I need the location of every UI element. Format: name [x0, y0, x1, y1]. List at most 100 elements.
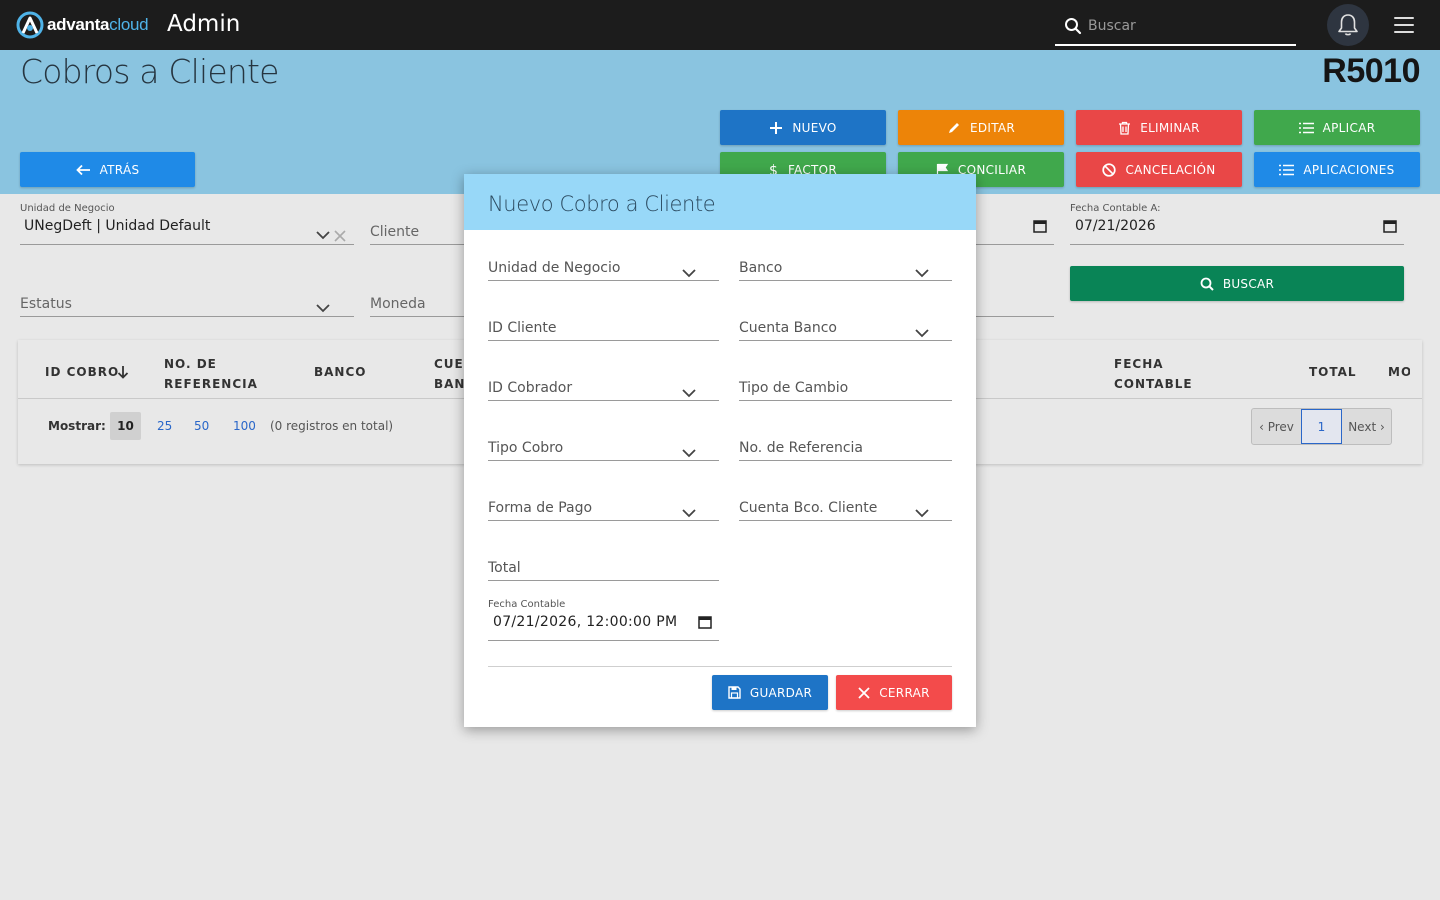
logo-mark-icon — [16, 11, 44, 39]
cerrar-button-label: CERRAR — [879, 685, 930, 700]
bell-icon — [1338, 14, 1358, 36]
list-icon — [1279, 164, 1295, 175]
arrow-left-icon — [75, 164, 90, 175]
column-header-moneda[interactable]: MONEDA — [1388, 362, 1410, 382]
calendar-icon[interactable] — [698, 615, 712, 629]
column-header-total[interactable]: TOTAL — [1309, 362, 1357, 382]
column-header-cuenta-banco[interactable]: CUENTABANCO — [434, 354, 464, 394]
fecha-a-label: Fecha Contable A: — [1070, 203, 1161, 214]
fecha-a-underline — [1070, 244, 1404, 245]
no-referencia-underline — [739, 460, 952, 461]
filter-underline — [976, 316, 1054, 317]
page-size-25[interactable]: 25 — [157, 419, 172, 433]
aplicar-button[interactable]: APLICAR — [1254, 110, 1420, 145]
guardar-button-label: GUARDAR — [749, 685, 813, 700]
page-title: Cobros a Cliente — [20, 52, 279, 91]
aplicar-button-label: APLICAR — [1322, 120, 1376, 135]
page-size-10[interactable]: 10 — [110, 412, 141, 440]
calendar-icon[interactable] — [1033, 219, 1047, 233]
chevron-down-icon[interactable] — [316, 304, 330, 313]
next-page-button[interactable]: Next › — [1342, 409, 1391, 444]
page-size-label: Mostrar: — [48, 419, 106, 433]
unidad-filter-value[interactable]: UNegDeft | Unidad Default — [24, 218, 210, 234]
chevron-down-icon[interactable] — [682, 509, 696, 518]
brand-logo[interactable]: advantacloud — [16, 11, 149, 39]
estatus-filter[interactable]: Estatus — [20, 296, 72, 312]
cuenta-banco-select[interactable]: Cuenta Banco — [739, 320, 837, 336]
chevron-down-icon[interactable] — [682, 449, 696, 458]
tipo-cambio-input[interactable]: Tipo de Cambio — [739, 380, 848, 396]
column-header-id-cobro[interactable]: ID COBRO — [45, 362, 119, 382]
cliente-filter[interactable]: Cliente — [370, 224, 419, 240]
brand-name: advantacloud — [47, 15, 149, 34]
nuevo-cobro-modal: Nuevo Cobro a Cliente Unidad de Negocio … — [464, 174, 976, 727]
id-cobrador-select[interactable]: ID Cobrador — [488, 380, 572, 396]
search-icon — [1200, 277, 1214, 291]
page-size-100[interactable]: 100 — [233, 419, 256, 433]
menu-icon[interactable] — [1394, 17, 1414, 33]
fecha-contable-underline — [488, 640, 719, 641]
no-referencia-input[interactable]: No. de Referencia — [739, 440, 863, 456]
chevron-down-icon[interactable] — [915, 509, 929, 518]
moneda-filter[interactable]: Moneda — [370, 296, 426, 312]
save-icon — [728, 686, 741, 699]
column-header-fecha-contable[interactable]: FECHA CONTABLE — [1114, 354, 1193, 394]
aplicaciones-button[interactable]: APLICACIONES — [1254, 152, 1420, 187]
chevron-down-icon[interactable] — [915, 269, 929, 278]
modal-title: Nuevo Cobro a Cliente — [488, 192, 716, 216]
forma-pago-underline — [488, 520, 719, 521]
guardar-button[interactable]: GUARDAR — [712, 675, 828, 710]
aplicaciones-button-label: APLICACIONES — [1303, 162, 1395, 177]
app-title: Admin — [167, 11, 241, 37]
cliente-filter-underline — [370, 244, 470, 245]
pagination: ‹ Prev 1 Next › — [1251, 408, 1392, 445]
cancelacion-button[interactable]: CANCELACIÓN — [1076, 152, 1242, 187]
banco-select[interactable]: Banco — [739, 260, 782, 276]
chevron-down-icon[interactable] — [316, 231, 330, 240]
pencil-icon — [948, 122, 959, 133]
chevron-down-icon[interactable] — [682, 389, 696, 398]
total-underline — [488, 580, 719, 581]
search-box[interactable] — [1055, 8, 1296, 46]
cerrar-button[interactable]: CERRAR — [836, 675, 952, 710]
fecha-contable-label: Fecha Contable — [488, 599, 566, 610]
tipo-cobro-select[interactable]: Tipo Cobro — [488, 440, 563, 456]
list-icon — [1298, 122, 1314, 133]
arrow-down-icon[interactable] — [117, 365, 129, 379]
search-icon — [1065, 18, 1082, 35]
cuenta-bco-cliente-underline — [739, 520, 952, 521]
eliminar-button[interactable]: ELIMINAR — [1076, 110, 1242, 145]
chevron-down-icon[interactable] — [915, 329, 929, 338]
unidad-negocio-select[interactable]: Unidad de Negocio — [488, 260, 620, 276]
fecha-contable-input[interactable]: 07/21/2026, 12:00:00 PM — [493, 614, 677, 630]
tipo-cobro-underline — [488, 460, 719, 461]
notifications-button[interactable] — [1327, 4, 1369, 46]
total-input[interactable]: Total — [488, 560, 521, 576]
page-size-50[interactable]: 50 — [194, 419, 209, 433]
nuevo-button[interactable]: NUEVO — [720, 110, 886, 145]
editar-button[interactable]: EDITAR — [898, 110, 1064, 145]
report-code: R5010 — [1322, 52, 1420, 90]
cuenta-bco-cliente-select[interactable]: Cuenta Bco. Cliente — [739, 500, 877, 516]
cancelacion-button-label: CANCELACIÓN — [1125, 162, 1216, 177]
moneda-filter-underline — [370, 316, 470, 317]
id-cliente-input[interactable]: ID Cliente — [488, 320, 557, 336]
chevron-down-icon[interactable] — [682, 269, 696, 278]
cuenta-banco-underline — [739, 340, 952, 341]
unidad-filter-underline — [20, 244, 354, 245]
column-header-referencia[interactable]: NO. DE REFERENCIA — [164, 354, 258, 394]
calendar-icon[interactable] — [1383, 219, 1397, 233]
column-header-banco[interactable]: BANCO — [314, 362, 366, 382]
search-input[interactable] — [1088, 18, 1288, 34]
page-1-button[interactable]: 1 — [1301, 409, 1342, 444]
atras-button[interactable]: ATRÁS — [20, 152, 195, 187]
clear-icon[interactable] — [334, 230, 346, 242]
close-icon — [858, 686, 870, 699]
unidad-negocio-underline — [488, 280, 719, 281]
fecha-a-input[interactable]: 07/21/2026 — [1075, 218, 1156, 234]
id-cliente-underline — [488, 340, 719, 341]
prev-page-button[interactable]: ‹ Prev — [1252, 409, 1301, 444]
forma-pago-select[interactable]: Forma de Pago — [488, 500, 592, 516]
buscar-button[interactable]: BUSCAR — [1070, 266, 1404, 301]
id-cobrador-underline — [488, 400, 719, 401]
